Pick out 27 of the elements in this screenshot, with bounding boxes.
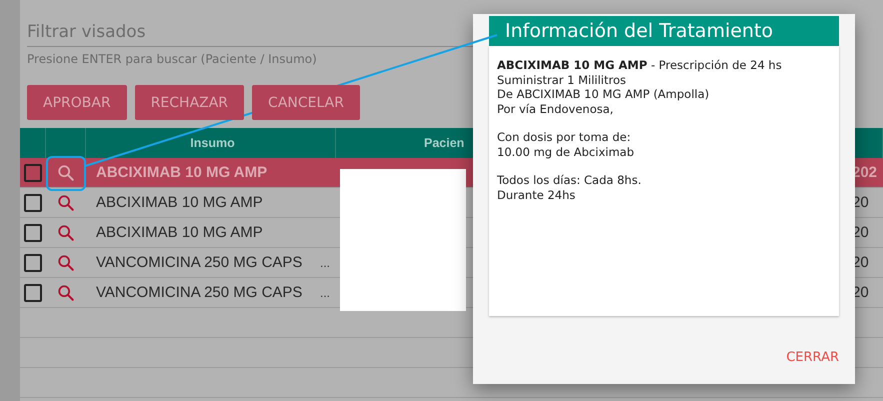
highlight-frame: [46, 156, 86, 191]
action-button[interactable]: RECHAZAR: [134, 85, 244, 120]
treatment-text: Todos los días: Cada 8hs. Durante 24hs: [497, 173, 642, 202]
treatment-text: ABCIXIMAB 10 MG AMP - Prescripción de 24 hs Suministrar 1 Mililitros De ABCIXIMAB 10 MG AMP (Ampolla) Por vía Endovenosa,: [497, 58, 783, 116]
ellipsis-text: ...: [320, 256, 330, 270]
table-cell: ABCIXIMAB 10 MG AMP: [96, 224, 263, 241]
dialog-title: Información del Tratamiento: [489, 16, 839, 46]
table-cell: VANCOMICINA 250 MG CAPS: [96, 284, 302, 301]
search-icon[interactable]: [57, 194, 75, 212]
table-cell: ABCIXIMAB 10 MG AMP: [96, 164, 268, 181]
search-icon[interactable]: [57, 224, 75, 242]
ellipsis-text: ...: [320, 286, 330, 300]
close-button[interactable]: CERRAR: [786, 346, 839, 369]
search-icon[interactable]: [57, 254, 75, 272]
checkbox[interactable]: [24, 254, 42, 272]
action-button[interactable]: APROBAR: [27, 85, 127, 120]
table-cell: ABCIXIMAB 10 MG AMP: [96, 194, 263, 211]
checkbox[interactable]: [24, 284, 42, 302]
action-button[interactable]: CANCELAR: [252, 85, 360, 120]
checkbox[interactable]: [24, 194, 42, 212]
filter-hint: Presione ENTER para buscar (Paciente / Insumo): [27, 52, 317, 66]
search-icon[interactable]: [57, 284, 75, 302]
checkbox[interactable]: [24, 224, 42, 242]
search-icon[interactable]: [57, 164, 75, 182]
checkbox[interactable]: [24, 164, 42, 182]
table-cell: VANCOMICINA 250 MG CAPS: [96, 254, 302, 271]
treatment-text: Con dosis por toma de: 10.00 mg de Abciximab: [497, 130, 636, 159]
